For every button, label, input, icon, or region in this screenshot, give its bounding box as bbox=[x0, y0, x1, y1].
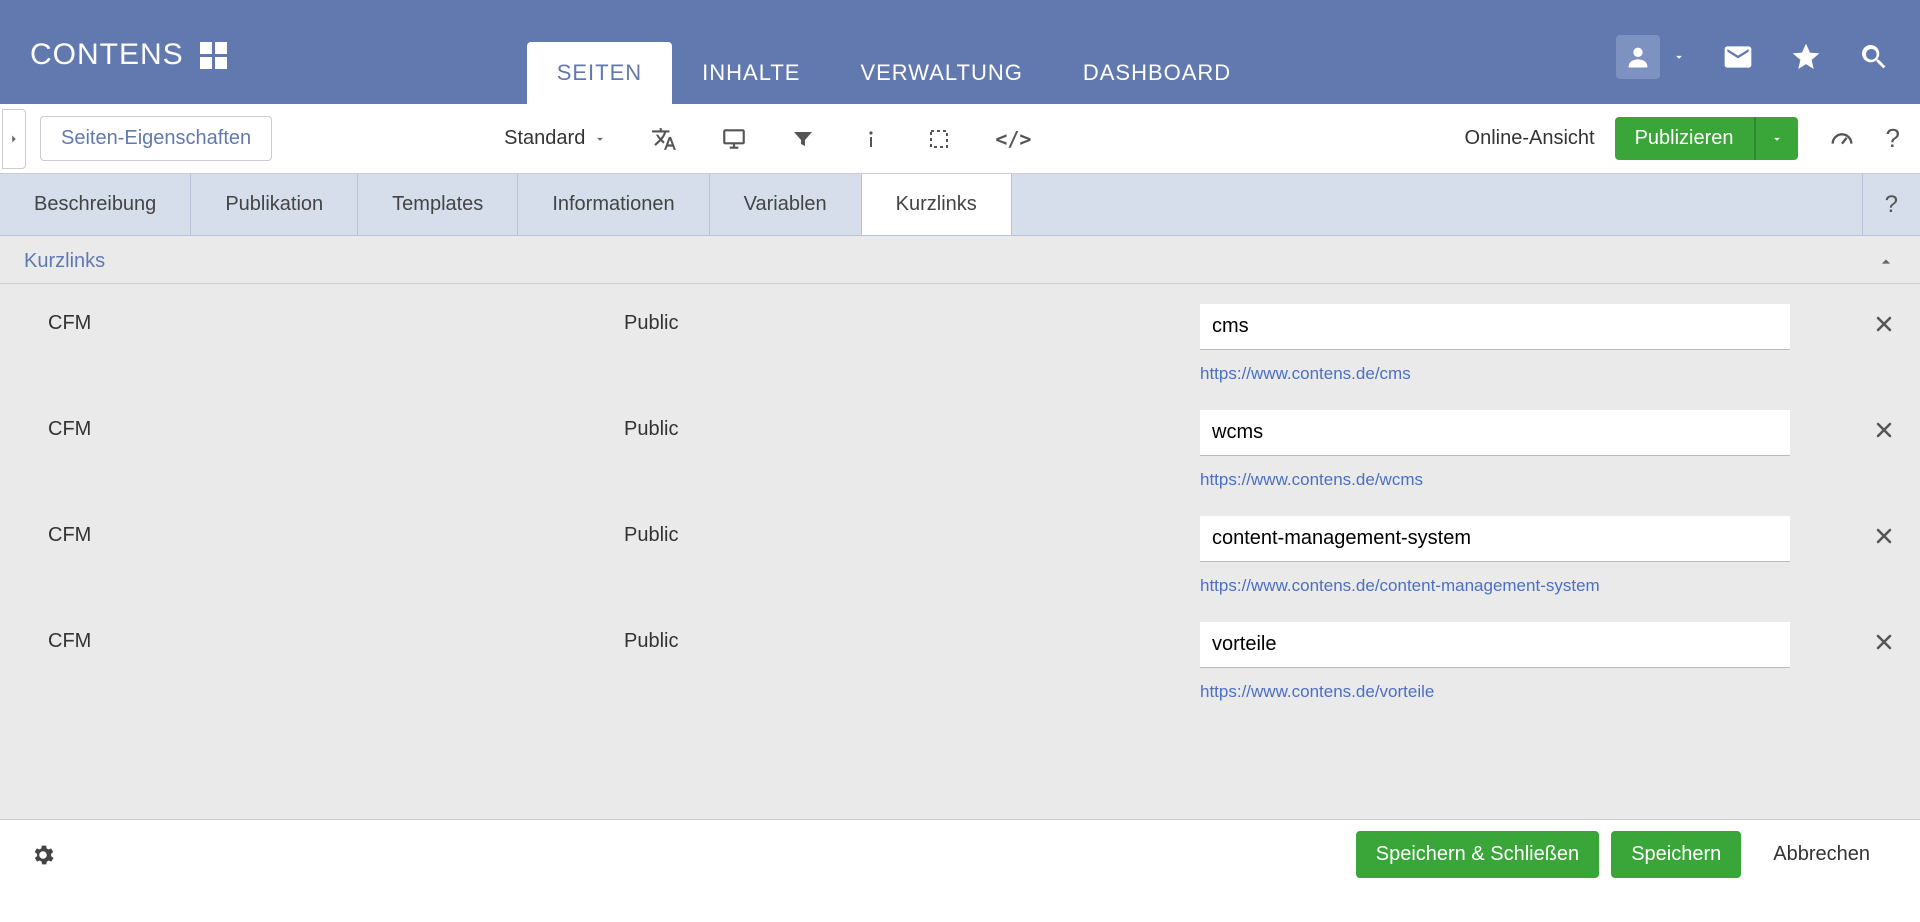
row-type-label: CFM bbox=[48, 304, 624, 335]
mail-icon[interactable] bbox=[1722, 41, 1754, 73]
publish-button[interactable]: Publizieren bbox=[1615, 117, 1754, 160]
row-scope-label: Public bbox=[624, 304, 1200, 335]
subtab-help-icon[interactable]: ? bbox=[1862, 174, 1920, 235]
save-close-button[interactable]: Speichern & Schließen bbox=[1356, 831, 1599, 878]
row-scope-label: Public bbox=[624, 410, 1200, 441]
shortlink-url[interactable]: https://www.contens.de/vorteile bbox=[1200, 682, 1852, 702]
star-icon[interactable] bbox=[1790, 41, 1822, 73]
remove-row-button[interactable] bbox=[1872, 516, 1896, 548]
shortlink-row: CFM Public https://www.contens.de/conten… bbox=[0, 500, 1920, 606]
filter-icon[interactable] bbox=[791, 127, 815, 151]
search-icon[interactable] bbox=[1858, 41, 1890, 73]
shortlink-url[interactable]: https://www.contens.de/cms bbox=[1200, 364, 1852, 384]
remove-row-button[interactable] bbox=[1872, 304, 1896, 336]
section-title: Kurzlinks bbox=[24, 250, 105, 273]
sidebar-expand-handle[interactable] bbox=[2, 109, 26, 169]
shortlink-url[interactable]: https://www.contens.de/content-managemen… bbox=[1200, 576, 1852, 596]
shortlink-input[interactable] bbox=[1200, 410, 1790, 456]
tab-verwaltung[interactable]: VERWALTUNG bbox=[830, 42, 1052, 104]
close-icon bbox=[1872, 630, 1896, 654]
info-icon[interactable] bbox=[859, 127, 883, 151]
shortlink-input[interactable] bbox=[1200, 304, 1790, 350]
shortlink-url[interactable]: https://www.contens.de/wcms bbox=[1200, 470, 1852, 490]
row-type-label: CFM bbox=[48, 516, 624, 547]
subtab-beschreibung[interactable]: Beschreibung bbox=[0, 174, 191, 235]
tab-dashboard[interactable]: DASHBOARD bbox=[1053, 42, 1261, 104]
remove-row-button[interactable] bbox=[1872, 622, 1896, 654]
shortlink-input[interactable] bbox=[1200, 622, 1790, 668]
device-preview-icon[interactable] bbox=[721, 126, 747, 152]
subtab-kurzlinks[interactable]: Kurzlinks bbox=[862, 174, 1012, 235]
gauge-icon[interactable] bbox=[1828, 125, 1856, 153]
close-icon bbox=[1872, 524, 1896, 548]
shortlink-row: CFM Public https://www.contens.de/wcms bbox=[0, 394, 1920, 500]
logo-grid-icon bbox=[200, 42, 227, 69]
shortlink-input[interactable] bbox=[1200, 516, 1790, 562]
row-scope-label: Public bbox=[624, 622, 1200, 653]
remove-row-button[interactable] bbox=[1872, 410, 1896, 442]
chevron-down-icon bbox=[1770, 132, 1784, 146]
row-type-label: CFM bbox=[48, 622, 624, 653]
chevron-down-icon bbox=[593, 132, 607, 146]
avatar-icon bbox=[1616, 35, 1660, 79]
subtab-templates[interactable]: Templates bbox=[358, 174, 518, 235]
shortlink-row: CFM Public https://www.contens.de/cms bbox=[0, 288, 1920, 394]
shortlink-row: CFM Public https://www.contens.de/vortei… bbox=[0, 606, 1920, 712]
help-icon[interactable]: ? bbox=[1886, 123, 1900, 154]
row-type-label: CFM bbox=[48, 410, 624, 441]
translate-icon[interactable] bbox=[651, 126, 677, 152]
row-scope-label: Public bbox=[624, 516, 1200, 547]
cancel-button[interactable]: Abbrechen bbox=[1753, 831, 1890, 878]
chevron-down-icon bbox=[1672, 50, 1686, 64]
save-button[interactable]: Speichern bbox=[1611, 831, 1741, 878]
close-icon bbox=[1872, 418, 1896, 442]
view-standard-dropdown[interactable]: Standard bbox=[504, 127, 607, 150]
page-properties-button[interactable]: Seiten-Eigenschaften bbox=[40, 116, 272, 161]
app-logo[interactable]: CONTENS bbox=[30, 0, 227, 104]
tab-inhalte[interactable]: INHALTE bbox=[672, 42, 830, 104]
logo-text: CONTENS bbox=[30, 38, 184, 72]
view-standard-label: Standard bbox=[504, 127, 585, 150]
online-view-link[interactable]: Online-Ansicht bbox=[1465, 127, 1595, 150]
subtab-variablen[interactable]: Variablen bbox=[710, 174, 862, 235]
subtab-publikation[interactable]: Publikation bbox=[191, 174, 358, 235]
user-menu[interactable] bbox=[1616, 35, 1686, 79]
selection-icon[interactable] bbox=[927, 127, 951, 151]
close-icon bbox=[1872, 312, 1896, 336]
code-icon[interactable]: </> bbox=[995, 127, 1031, 151]
tab-seiten[interactable]: SEITEN bbox=[527, 42, 672, 104]
section-collapse-icon[interactable] bbox=[1876, 250, 1896, 273]
chevron-right-icon bbox=[7, 132, 21, 146]
publish-dropdown[interactable] bbox=[1754, 117, 1798, 160]
gear-icon[interactable] bbox=[30, 842, 56, 868]
main-nav: SEITEN INHALTE VERWALTUNG DASHBOARD bbox=[527, 0, 1262, 104]
subtab-informationen[interactable]: Informationen bbox=[518, 174, 709, 235]
